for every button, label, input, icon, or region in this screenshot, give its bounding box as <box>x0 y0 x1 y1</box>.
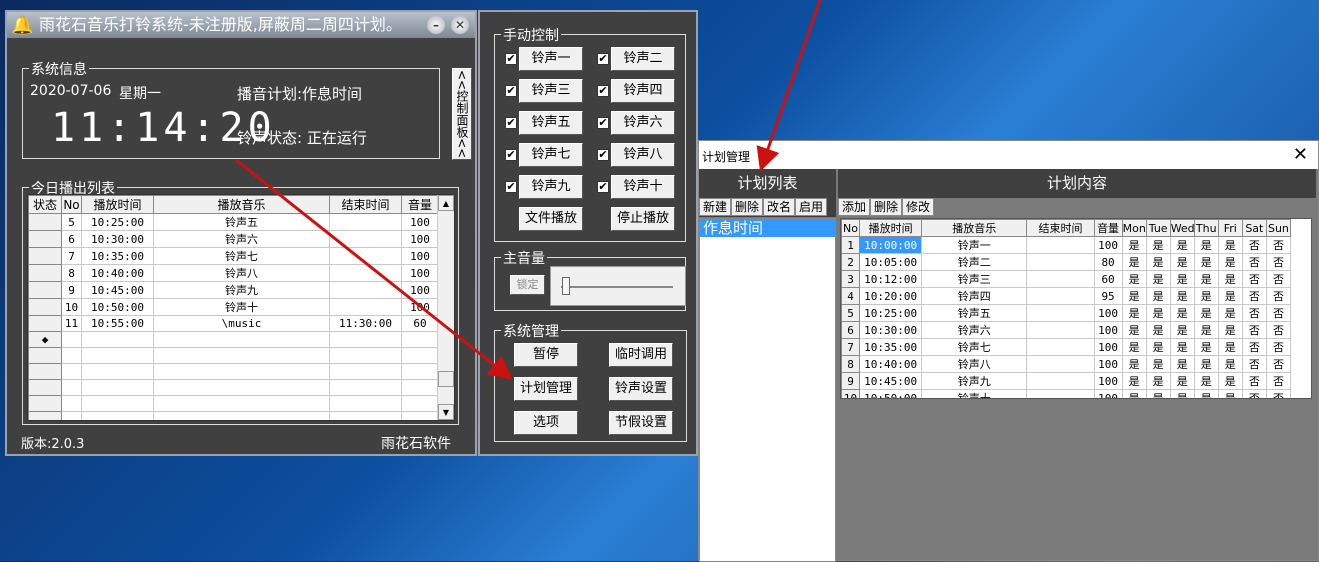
arrow-to-plan-list <box>756 0 822 172</box>
annotation-arrows <box>235 0 822 380</box>
arrow-to-plan-button <box>235 158 513 380</box>
